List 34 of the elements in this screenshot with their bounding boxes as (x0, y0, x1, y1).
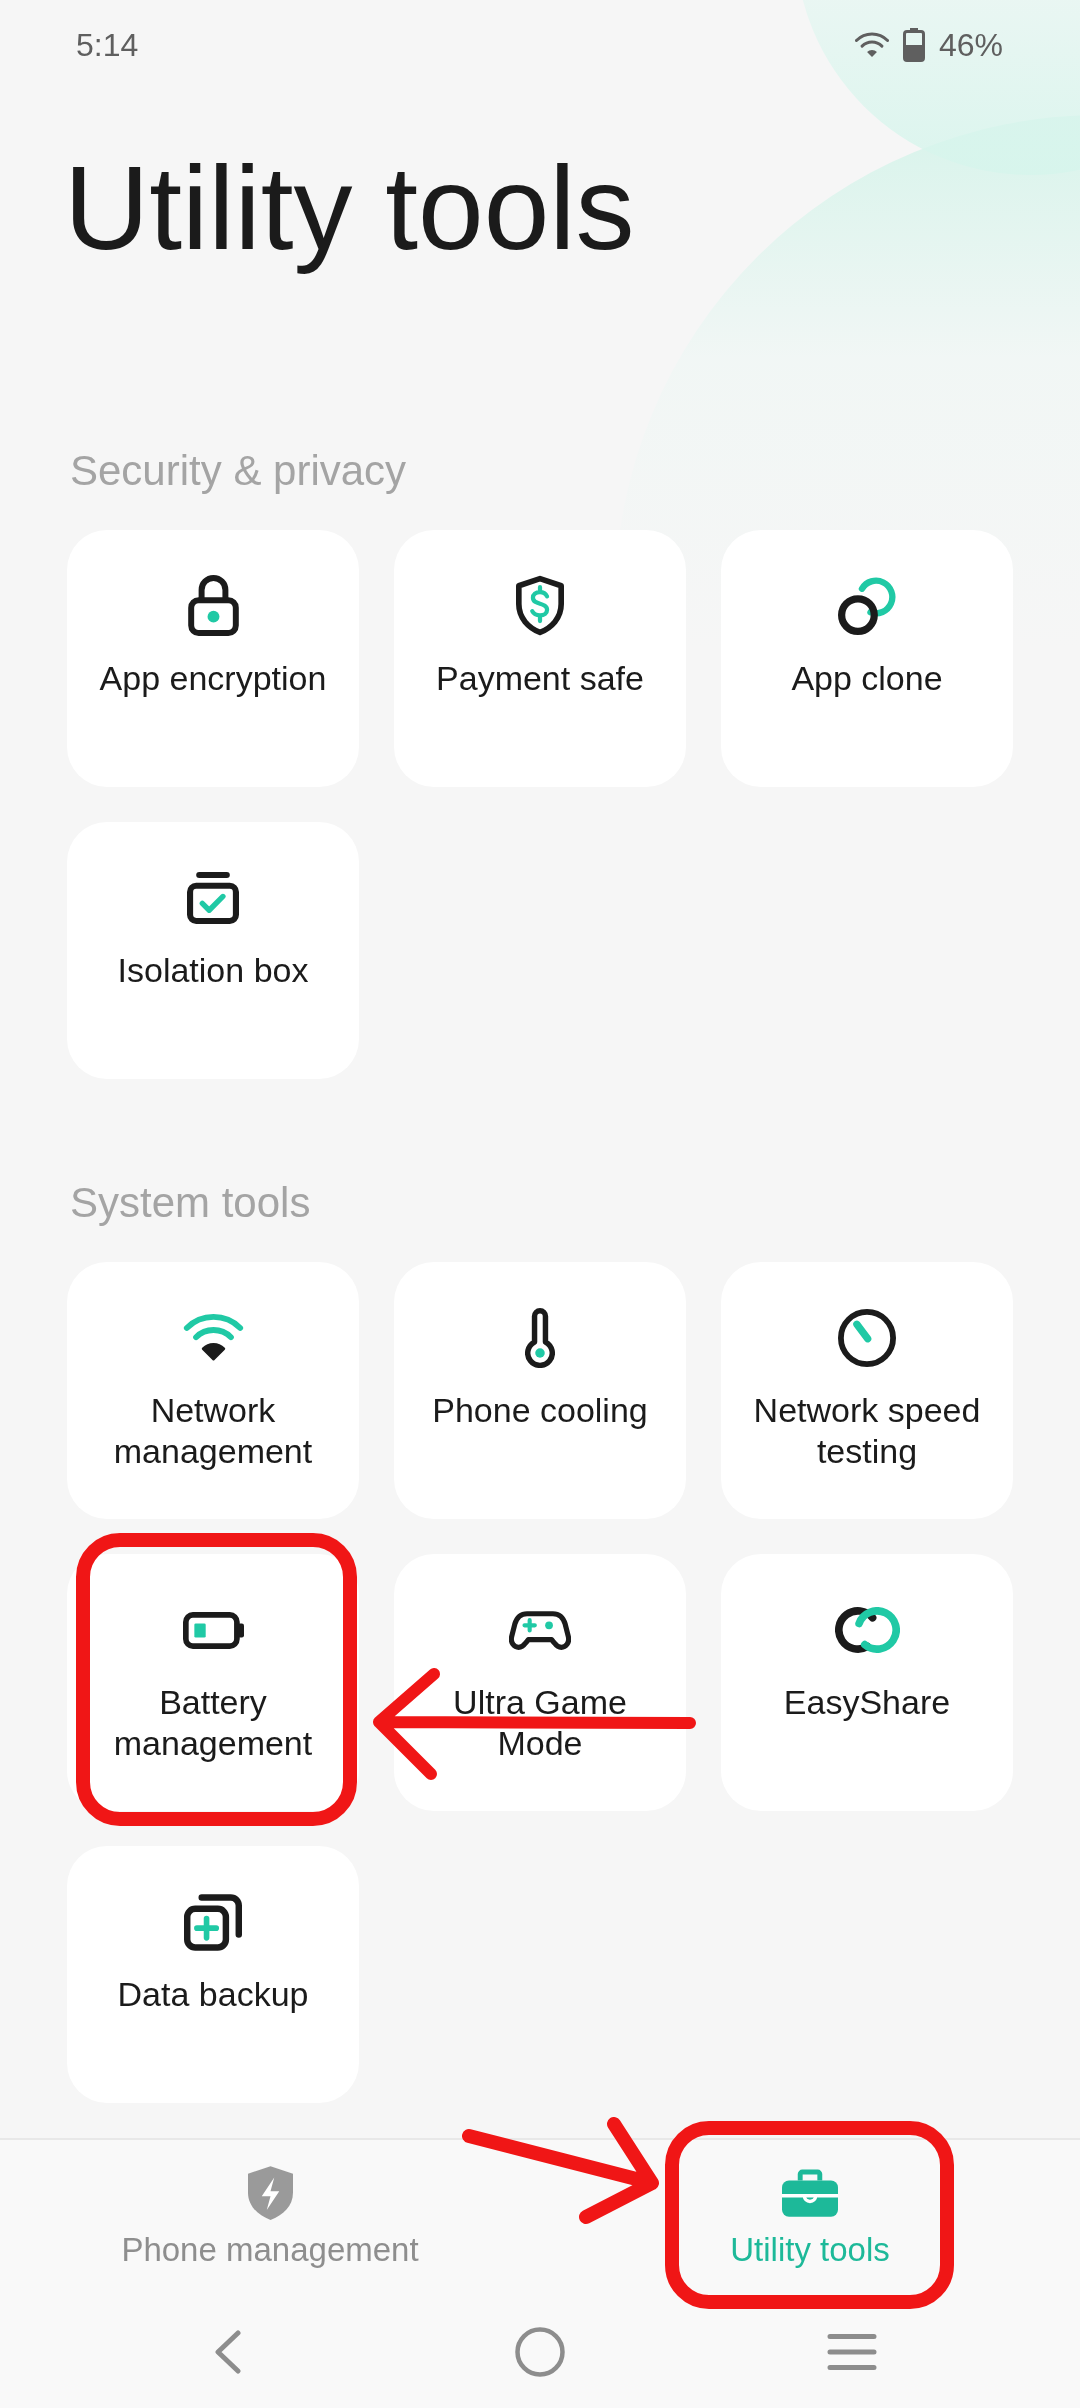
back-icon[interactable] (215, 2330, 241, 2374)
menu-icon[interactable] (827, 2333, 877, 2371)
toolbox-icon (782, 2169, 838, 2217)
tool-tile[interactable]: Data backup (67, 1846, 359, 2104)
lock-icon (187, 575, 239, 637)
overlapping-rings-icon (838, 577, 896, 635)
battery-icon (902, 28, 925, 62)
tool-tile[interactable]: Battery management (67, 1554, 359, 1812)
tool-tile[interactable]: Payment safe (394, 530, 686, 787)
battery-icon (182, 1611, 244, 1649)
page-title: Utility tools (64, 141, 635, 276)
tool-tile[interactable]: Isolation box (67, 822, 359, 1079)
tool-tile[interactable]: Ultra Game Mode (394, 1554, 686, 1812)
home-icon[interactable] (515, 2327, 565, 2377)
wifi-icon (182, 1314, 244, 1363)
shield-bolt-icon (247, 2166, 293, 2220)
shield-dollar-icon (516, 575, 564, 637)
copy-plus-icon (184, 1893, 242, 1951)
gauge-icon (838, 1309, 896, 1368)
tool-tile[interactable]: App clone (721, 530, 1013, 787)
thermometer-icon (525, 1308, 555, 1369)
tool-tile[interactable]: EasyShare (721, 1554, 1013, 1812)
tool-tile[interactable]: Network speed testing (721, 1262, 1013, 1520)
tool-tile[interactable]: Network management (67, 1262, 359, 1520)
tool-tile[interactable]: App encryption (67, 530, 359, 787)
tool-tile[interactable]: Phone cooling (394, 1262, 686, 1520)
battery-percent: 46% (938, 26, 1003, 64)
section-heading: Security & privacy (70, 446, 407, 495)
wifi-icon (854, 32, 889, 58)
gamepad-icon (509, 1610, 571, 1650)
linked-rings-icon (834, 1607, 900, 1654)
status-time: 5:14 (76, 26, 139, 64)
section-heading: System tools (70, 1179, 311, 1228)
tray-check-icon (187, 872, 239, 924)
